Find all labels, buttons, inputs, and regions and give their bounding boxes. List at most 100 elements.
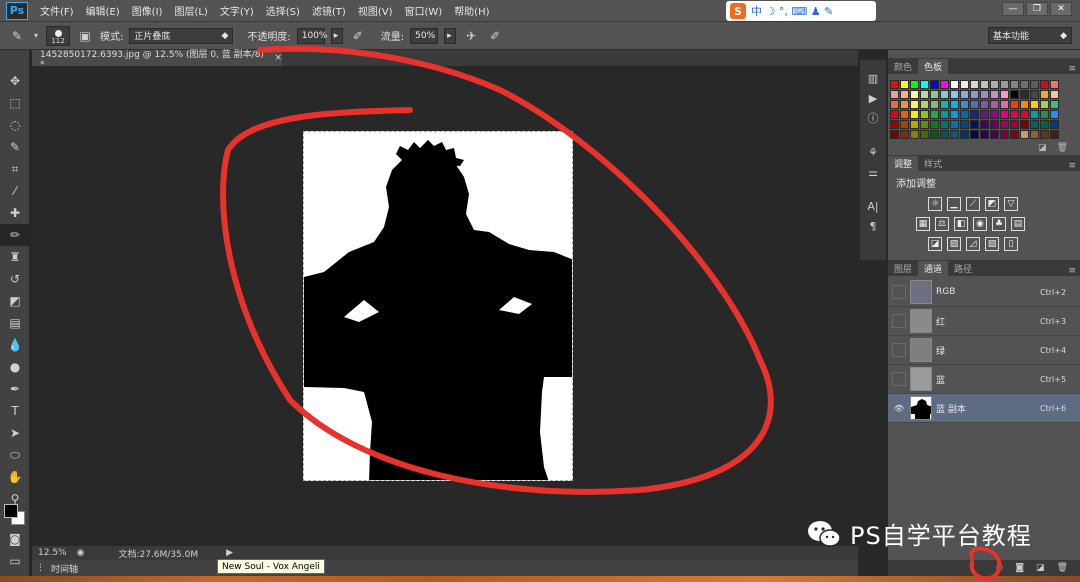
brush-size-picker[interactable]: 112 xyxy=(46,25,70,46)
color-swatch[interactable] xyxy=(1030,120,1039,129)
color-swatch[interactable] xyxy=(950,120,959,129)
color-swatch[interactable] xyxy=(1010,130,1019,139)
paragraph-panel-icon[interactable]: ¶ xyxy=(860,216,886,236)
actions-panel-icon[interactable]: ▶ xyxy=(860,88,886,108)
quick-select-tool-icon[interactable]: ✎ xyxy=(0,136,30,158)
ime-status[interactable]: 中 ☽ °, ⌨ ♟ ✎ xyxy=(751,3,833,19)
lasso-tool-icon[interactable]: ◌ xyxy=(0,114,30,136)
channel-row-blue-copy[interactable]: 👁 蓝 副本 Ctrl+6 xyxy=(888,394,1080,423)
document-tab[interactable]: 1452850172.6393.jpg @ 12.5% (图层 0, 蓝 副本/… xyxy=(32,50,282,70)
color-swatch[interactable] xyxy=(940,90,949,99)
color-swatch[interactable] xyxy=(920,120,929,129)
menu-select[interactable]: 选择(S) xyxy=(260,3,306,18)
color-swatch[interactable] xyxy=(1000,100,1009,109)
color-swatch[interactable] xyxy=(1010,100,1019,109)
color-swatch[interactable] xyxy=(970,90,979,99)
color-swatch[interactable] xyxy=(910,130,919,139)
delete-channel-icon[interactable]: 🗑 xyxy=(1057,563,1068,573)
channel-row-blue[interactable]: 蓝 Ctrl+5 xyxy=(888,365,1080,394)
color-swatch[interactable] xyxy=(930,130,939,139)
color-swatch[interactable] xyxy=(990,130,999,139)
clone-source-icon[interactable]: ⚌ xyxy=(860,162,886,182)
color-swatch[interactable] xyxy=(950,130,959,139)
exposure-icon[interactable]: ◩ xyxy=(985,197,999,211)
new-channel-icon[interactable]: ◪ xyxy=(1036,563,1045,573)
color-swatch[interactable] xyxy=(890,130,899,139)
color-swatch[interactable] xyxy=(900,130,909,139)
color-swatch[interactable] xyxy=(910,110,919,119)
color-swatch[interactable] xyxy=(970,130,979,139)
color-swatch[interactable] xyxy=(1030,130,1039,139)
history-brush-tool-icon[interactable]: ↺ xyxy=(0,268,30,290)
panel-menu-icon[interactable]: ≡ xyxy=(1068,64,1080,74)
color-swatch[interactable] xyxy=(1010,90,1019,99)
brush-tool-icon[interactable]: ✎ xyxy=(8,27,26,45)
color-swatch[interactable] xyxy=(1040,130,1049,139)
color-swatch[interactable] xyxy=(950,90,959,99)
crop-tool-icon[interactable]: ⌗ xyxy=(0,158,30,180)
selective-color-icon[interactable]: ▧ xyxy=(985,237,999,251)
color-swatch[interactable] xyxy=(900,100,909,109)
color-swatch[interactable] xyxy=(1020,80,1029,89)
color-swatch[interactable] xyxy=(900,120,909,129)
color-swatch[interactable] xyxy=(1030,100,1039,109)
pressure-opacity-icon[interactable]: ✐ xyxy=(349,27,367,45)
minimize-button[interactable]: — xyxy=(1002,2,1024,16)
color-swatch[interactable] xyxy=(930,100,939,109)
visibility-toggle[interactable] xyxy=(892,343,906,357)
color-swatch[interactable] xyxy=(910,120,919,129)
color-swatch[interactable] xyxy=(960,100,969,109)
color-swatch[interactable] xyxy=(1040,110,1049,119)
color-swatch[interactable] xyxy=(900,110,909,119)
color-balance-icon[interactable]: ⚖ xyxy=(935,217,949,231)
properties-panel-icon[interactable]: ⓘ xyxy=(860,108,886,128)
close-tab-icon[interactable]: × xyxy=(274,53,282,63)
move-tool-icon[interactable]: ✥ xyxy=(0,70,30,92)
color-swatch[interactable] xyxy=(1020,100,1029,109)
color-swatch[interactable] xyxy=(890,80,899,89)
threshold-icon[interactable]: ◿ xyxy=(966,237,980,251)
opacity-dropdown[interactable]: ▸ xyxy=(330,27,343,44)
color-swatch[interactable] xyxy=(950,100,959,109)
zoom-level[interactable]: 12.5% xyxy=(32,548,73,558)
color-swatch[interactable] xyxy=(1000,80,1009,89)
load-selection-icon[interactable]: ◌ xyxy=(995,563,1003,573)
brush-panel-icon[interactable]: ▣ xyxy=(76,27,94,45)
curves-icon[interactable]: ⟋ xyxy=(966,197,980,211)
color-swatch[interactable] xyxy=(990,100,999,109)
history-panel-icon[interactable]: ▥ xyxy=(860,68,886,88)
airbrush-icon[interactable]: ✈ xyxy=(462,27,480,45)
dodge-tool-icon[interactable]: ● xyxy=(0,356,30,378)
sogou-icon[interactable]: S xyxy=(730,3,746,19)
panel-menu-icon[interactable]: ≡ xyxy=(1068,266,1080,276)
color-swatch[interactable] xyxy=(1010,120,1019,129)
tab-swatches[interactable]: 色板 xyxy=(918,59,949,74)
color-swatch[interactable] xyxy=(940,80,949,89)
quick-mask-icon[interactable]: ◙ xyxy=(0,528,30,550)
channel-mixer-icon[interactable]: ♣ xyxy=(992,217,1006,231)
color-swatch[interactable] xyxy=(990,80,999,89)
color-swatch[interactable] xyxy=(990,110,999,119)
color-swatch[interactable] xyxy=(900,90,909,99)
flow-input[interactable]: 50% xyxy=(410,27,439,44)
color-swatch[interactable] xyxy=(910,90,919,99)
blur-tool-icon[interactable]: 💧 xyxy=(0,334,30,356)
color-swatch[interactable] xyxy=(990,90,999,99)
tab-channels[interactable]: 通道 xyxy=(918,261,949,276)
shape-tool-icon[interactable]: ⬭ xyxy=(0,444,30,466)
screen-mode-icon[interactable]: ▭ xyxy=(0,550,30,572)
healing-tool-icon[interactable]: ✚ xyxy=(0,202,30,224)
levels-icon[interactable]: ▁ xyxy=(947,197,961,211)
color-swatch[interactable] xyxy=(930,90,939,99)
workspace-select[interactable]: 基本功能 ◆ xyxy=(988,27,1072,44)
menu-view[interactable]: 视图(V) xyxy=(352,3,399,18)
chevron-down-icon[interactable]: ▾ xyxy=(32,27,40,45)
color-swatch[interactable] xyxy=(920,90,929,99)
color-swatch[interactable] xyxy=(960,120,969,129)
color-swatch[interactable] xyxy=(960,110,969,119)
brush-tool-icon[interactable]: ✏ xyxy=(0,224,30,246)
stamp-tool-icon[interactable]: ♜ xyxy=(0,246,30,268)
color-swatch[interactable] xyxy=(1020,130,1029,139)
brush-presets-icon[interactable]: ⚘ xyxy=(860,142,886,162)
panel-menu-icon[interactable]: ≡ xyxy=(1068,161,1080,171)
